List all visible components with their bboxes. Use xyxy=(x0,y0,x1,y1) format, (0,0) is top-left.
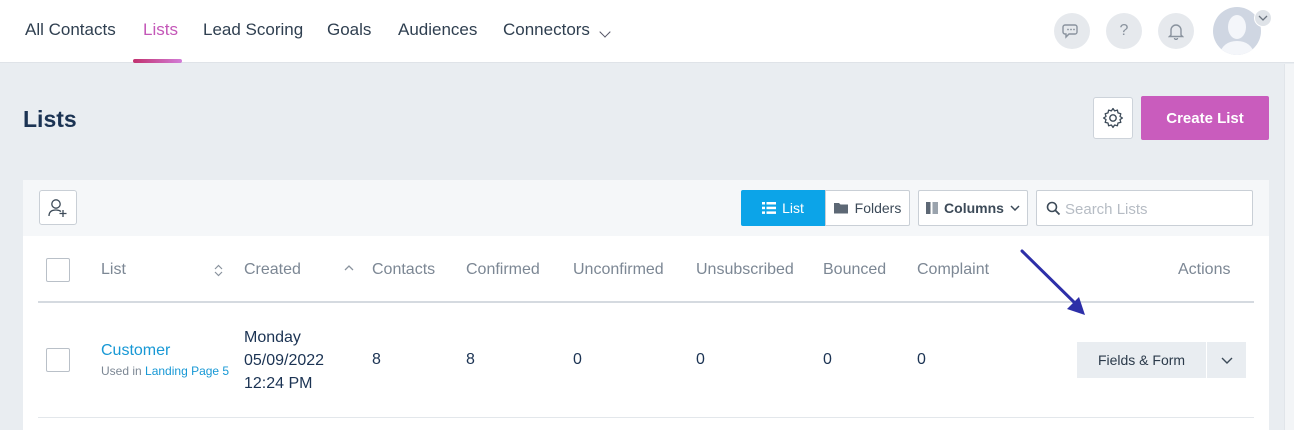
complaint-count: 0 xyxy=(917,351,926,368)
search-icon xyxy=(1046,201,1061,216)
list-name-link[interactable]: Customer xyxy=(101,342,170,360)
column-header-unsubscribed[interactable]: Unsubscribed xyxy=(696,261,794,279)
avatar-chevron-down-icon[interactable] xyxy=(1254,9,1272,27)
sort-both-icon[interactable] xyxy=(214,264,223,277)
fields-and-form-button[interactable]: Fields & Form xyxy=(1077,342,1206,378)
chat-button[interactable] xyxy=(1054,13,1090,49)
column-header-list[interactable]: List xyxy=(101,261,126,279)
used-in-link[interactable]: Landing Page 5 xyxy=(145,364,229,378)
folders-view-label: Folders xyxy=(854,200,902,216)
select-all-checkbox[interactable] xyxy=(46,258,70,282)
column-header-unconfirmed[interactable]: Unconfirmed xyxy=(573,261,664,279)
folders-view-toggle[interactable]: Folders xyxy=(825,190,910,226)
created-cell: Monday 05/09/2022 12:24 PM xyxy=(244,326,324,395)
column-header-confirmed[interactable]: Confirmed xyxy=(466,261,540,279)
page-scrollbar[interactable] xyxy=(1284,64,1294,430)
row-actions-dropdown[interactable] xyxy=(1207,342,1246,378)
help-button[interactable]: ? xyxy=(1106,13,1142,49)
nav-lead-scoring[interactable]: Lead Scoring xyxy=(203,20,303,40)
column-header-bounced[interactable]: Bounced xyxy=(823,261,886,279)
confirmed-count: 8 xyxy=(466,351,475,368)
notifications-button[interactable] xyxy=(1158,13,1194,49)
search-box xyxy=(1036,190,1253,226)
list-icon xyxy=(762,202,777,214)
connectors-chevron-down-icon[interactable] xyxy=(599,23,611,41)
columns-label: Columns xyxy=(944,200,1004,216)
search-lists-input[interactable] xyxy=(1065,199,1245,219)
column-header-complaint[interactable]: Complaint xyxy=(917,261,989,279)
row-divider xyxy=(38,417,1254,418)
active-tab-indicator xyxy=(133,59,182,63)
nav-connectors[interactable]: Connectors xyxy=(503,20,590,40)
chevron-down-icon xyxy=(1010,205,1020,211)
unconfirmed-count: 0 xyxy=(573,351,582,368)
row-checkbox[interactable] xyxy=(46,348,70,372)
contacts-count: 8 xyxy=(372,351,381,368)
nav-lists[interactable]: Lists xyxy=(143,20,178,40)
chat-bubbles-icon xyxy=(1062,24,1078,39)
settings-button[interactable] xyxy=(1093,97,1133,139)
columns-dropdown[interactable]: Columns xyxy=(918,190,1028,226)
created-time: 12:24 PM xyxy=(244,375,313,392)
column-header-contacts[interactable]: Contacts xyxy=(372,261,435,279)
column-header-actions: Actions xyxy=(1178,261,1231,278)
add-user-icon xyxy=(48,198,67,217)
created-day: Monday xyxy=(244,329,301,346)
created-date: 05/09/2022 xyxy=(244,352,325,369)
nav-goals[interactable]: Goals xyxy=(327,20,371,40)
top-navigation: All Contacts Lists Lead Scoring Goals Au… xyxy=(0,0,1294,63)
add-contact-button[interactable] xyxy=(39,190,77,225)
sort-ascending-icon[interactable] xyxy=(344,264,354,271)
nav-all-contacts[interactable]: All Contacts xyxy=(25,20,116,40)
bounced-count: 0 xyxy=(823,351,832,368)
table-toolbar: List Folders Columns xyxy=(23,180,1269,236)
page-title: Lists xyxy=(23,106,77,132)
used-in-text: Used in Landing Page 5 xyxy=(101,364,229,378)
column-header-created[interactable]: Created xyxy=(244,261,301,279)
chevron-down-icon xyxy=(1221,357,1232,364)
create-list-button[interactable]: Create List xyxy=(1141,96,1269,140)
list-view-label: List xyxy=(782,200,804,216)
columns-icon xyxy=(926,202,939,214)
gear-icon xyxy=(1102,107,1124,129)
annotation-arrow-icon xyxy=(1020,249,1085,315)
list-view-toggle[interactable]: List xyxy=(741,190,825,226)
bell-icon xyxy=(1168,24,1184,40)
unsubscribed-count: 0 xyxy=(696,351,705,368)
help-question-icon: ? xyxy=(1119,22,1129,39)
nav-audiences[interactable]: Audiences xyxy=(398,20,477,40)
used-in-prefix: Used in xyxy=(101,364,142,378)
folder-icon xyxy=(833,203,848,214)
